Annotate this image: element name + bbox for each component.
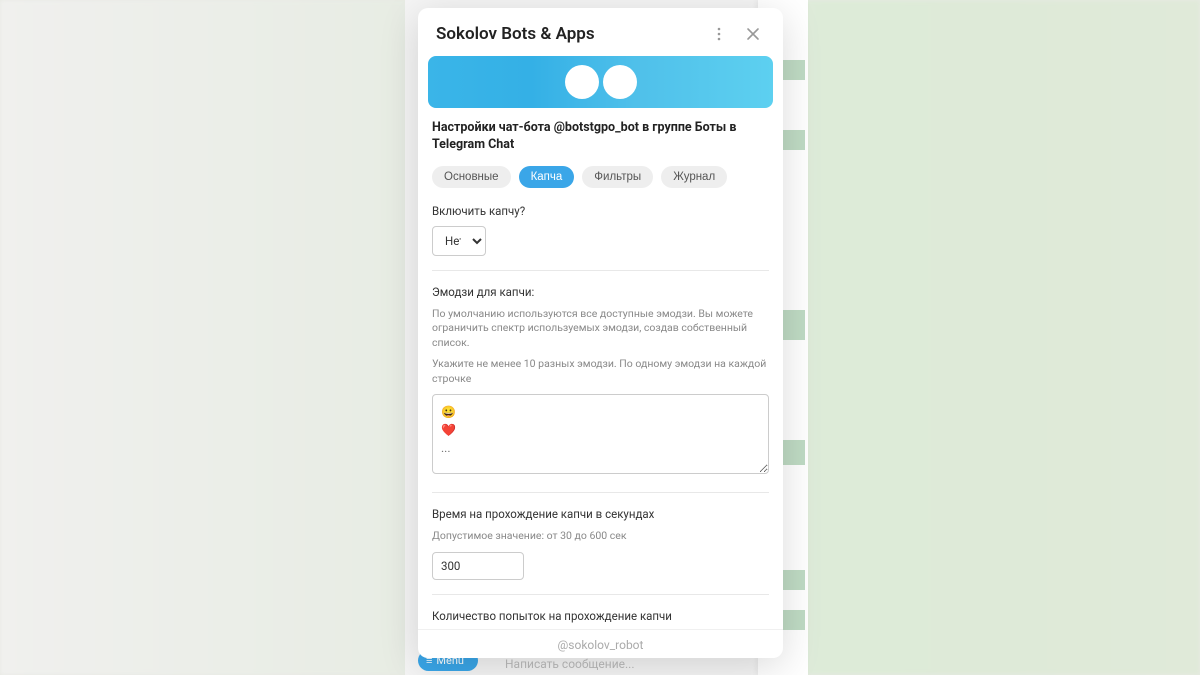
enable-captcha-label: Включить капчу? [432,204,769,218]
section-emoji: Эмодзи для капчи: По умолчанию использую… [432,285,769,493]
modal-footer: @sokolov_robot [418,629,783,658]
modal-title: Sokolov Bots & Apps [436,24,697,44]
tab-journal[interactable]: Журнал [661,166,727,188]
background-write-message: Написать сообщение... [505,657,635,671]
footer-handle: @sokolov_robot [558,638,644,652]
time-label: Время на прохождение капчи в секундах [432,507,769,521]
attempts-label: Количество попыток на прохождение капчи [432,609,769,623]
emoji-hint-2: Укажите не менее 10 разных эмодзи. По од… [432,357,769,386]
more-vertical-icon [711,26,727,42]
close-icon [745,26,761,42]
more-button[interactable] [707,22,731,46]
emoji-hint-1: По умолчанию используются все доступные … [432,307,769,351]
emoji-textarea[interactable] [432,394,769,474]
tab-captcha[interactable]: Капча [519,166,575,188]
content: Настройки чат-бота @botstgpo_bot в групп… [418,108,783,629]
tab-main[interactable]: Основные [432,166,511,188]
modal-header: Sokolov Bots & Apps [418,8,783,56]
enable-captcha-select[interactable]: Нет [432,226,486,256]
emoji-label: Эмодзи для капчи: [432,285,769,299]
banner-avatar [603,65,637,99]
tabs: Основные Капча Фильтры Журнал [432,166,769,188]
section-enable-captcha: Включить капчу? Нет [432,204,769,271]
page-title: Настройки чат-бота @botstgpo_bot в групп… [432,120,769,154]
close-button[interactable] [741,22,765,46]
banner [428,56,773,108]
section-attempts: Количество попыток на прохождение капчи … [432,609,769,629]
time-hint: Допустимое значение: от 30 до 600 сек [432,529,769,544]
settings-modal: Sokolov Bots & Apps Настройки чат-бота @… [418,8,783,658]
modal-body[interactable]: Настройки чат-бота @botstgpo_bot в групп… [418,56,783,629]
time-input[interactable] [432,552,524,580]
tab-filters[interactable]: Фильтры [582,166,653,188]
section-time: Время на прохождение капчи в секундах До… [432,507,769,595]
banner-avatar [565,65,599,99]
